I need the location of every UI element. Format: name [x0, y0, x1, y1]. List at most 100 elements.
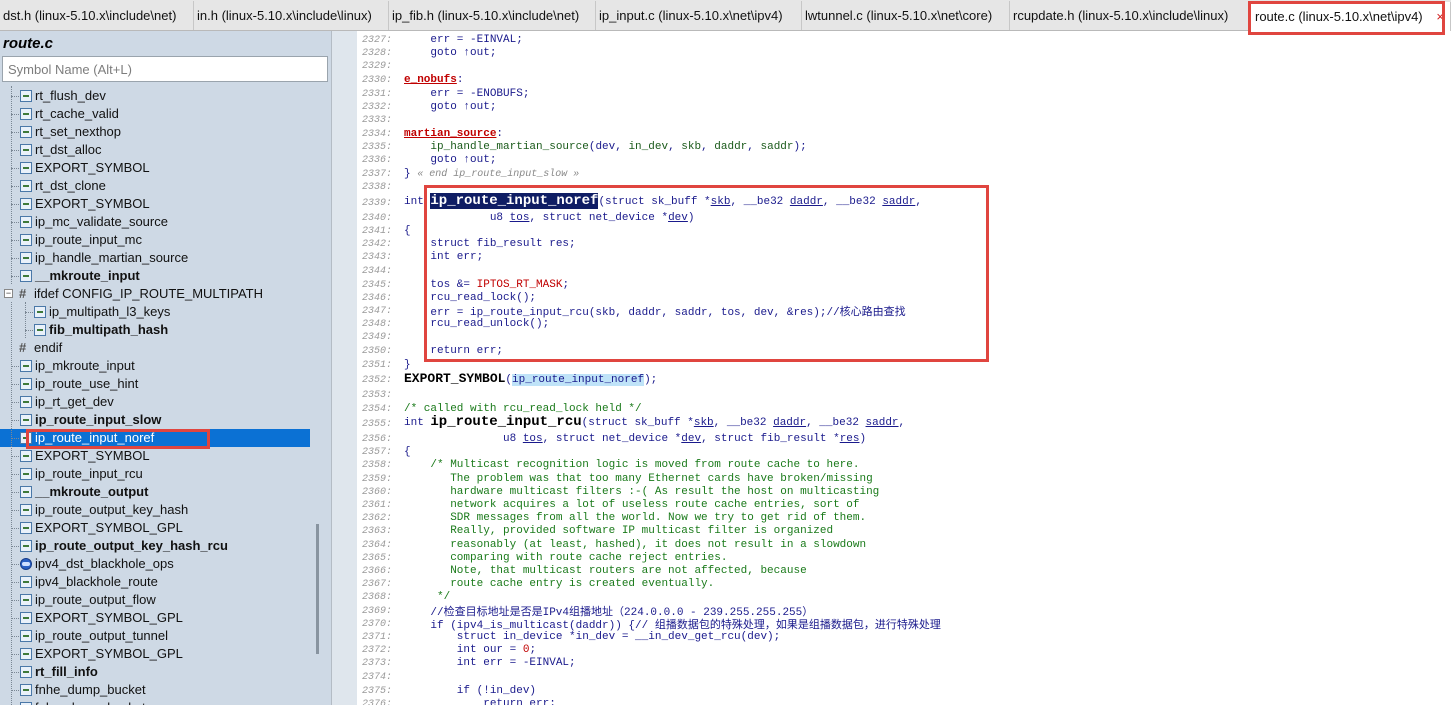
symbol-item[interactable]: ip_handle_martian_source: [0, 249, 310, 267]
symbol-item[interactable]: rt_cache_valid: [0, 105, 310, 123]
symbol-item[interactable]: rt_fill_info: [0, 663, 310, 681]
symbol-item[interactable]: fnhe_dump_bucket: [0, 681, 310, 699]
symbol-item[interactable]: __mkroute_input: [0, 267, 310, 285]
symbol-item[interactable]: ip_route_input_mc: [0, 231, 310, 249]
tree-branch: [11, 654, 19, 655]
symbol-item[interactable]: ip_route_output_key_hash_rcu: [0, 537, 310, 555]
tree-branch: [11, 474, 19, 475]
symbol-item[interactable]: ip_mkroute_input: [0, 357, 310, 375]
tab-5[interactable]: rcupdate.h (linux-5.10.x\include\linux): [1010, 1, 1249, 30]
symbol-item[interactable]: ip_rt_get_dev: [0, 393, 310, 411]
symbol-item[interactable]: ip_route_output_tunnel: [0, 627, 310, 645]
line-number: 2331:: [362, 88, 393, 100]
code-line: Note, that multicast routers are not aff…: [404, 565, 807, 577]
close-icon[interactable]: ×: [1436, 2, 1444, 31]
function-icon: [20, 378, 32, 390]
symbol-item[interactable]: EXPORT_SYMBOL_GPL: [0, 609, 310, 627]
symbol-item[interactable]: rt_set_nexthop: [0, 123, 310, 141]
symbol-item[interactable]: EXPORT_SYMBOL_GPL: [0, 519, 310, 537]
symbol-label: rt_dst_alloc: [35, 142, 102, 157]
line-number: 2338:: [362, 181, 393, 193]
symbol-item[interactable]: fnhe_dump_bucket: [0, 699, 310, 705]
symbol-item[interactable]: # endif: [0, 339, 310, 357]
symbol-item[interactable]: EXPORT_SYMBOL: [0, 447, 310, 465]
symbol-item[interactable]: ip_multipath_l3_keys: [0, 303, 310, 321]
tab-4[interactable]: lwtunnel.c (linux-5.10.x\net\core): [802, 1, 1010, 30]
tree-branch: [11, 240, 19, 241]
symbol-label: EXPORT_SYMBOL_GPL: [35, 520, 183, 535]
function-icon: [20, 360, 32, 372]
line-number: 2341:: [362, 226, 393, 237]
function-icon: [20, 486, 32, 498]
symbol-item[interactable]: ip_route_output_flow: [0, 591, 310, 609]
tab-2[interactable]: ip_fib.h (linux-5.10.x\include\net): [389, 1, 596, 30]
tree-branch: [11, 582, 19, 583]
tab-0[interactable]: dst.h (linux-5.10.x\include\net): [0, 1, 194, 30]
preprocessor-icon: #: [19, 340, 27, 355]
code-line: reasonably (at least, hashed), it does n…: [404, 538, 867, 551]
line-number: 2359:: [362, 473, 393, 485]
line-number: 2340:: [362, 212, 393, 224]
function-icon: [20, 252, 32, 264]
sidebar-splitter[interactable]: [331, 31, 357, 705]
function-icon: [20, 396, 32, 408]
symbol-item[interactable]: EXPORT_SYMBOL_GPL: [0, 645, 310, 663]
symbol-item[interactable]: ip_route_input_rcu: [0, 465, 310, 483]
collapse-icon[interactable]: −: [4, 289, 13, 298]
symbol-item[interactable]: EXPORT_SYMBOL: [0, 159, 310, 177]
tab-6[interactable]: route.c (linux-5.10.x\net\ipv4) ×: [1249, 2, 1451, 31]
tree-branch: [11, 546, 19, 547]
tab-bar: dst.h (linux-5.10.x\include\net) in.h (li…: [0, 0, 1451, 31]
code-line: rcu_read_lock();: [404, 291, 537, 304]
code-editor[interactable]: 2327: err = -EINVAL; 2328: goto ↑out; 2329…: [357, 31, 1451, 705]
line-number: 2375:: [362, 685, 393, 697]
symbol-item[interactable]: − # ifdef CONFIG_IP_ROUTE_MULTIPATH: [0, 285, 310, 303]
line-number: 2376:: [362, 698, 393, 705]
symbol-item[interactable]: ipv4_blackhole_route: [0, 573, 310, 591]
symbol-item[interactable]: rt_dst_alloc: [0, 141, 310, 159]
symbol-search-input[interactable]: [2, 56, 328, 82]
function-icon: [20, 648, 32, 660]
tree-branch: [11, 366, 19, 367]
code-line: err = -ENOBUFS;: [404, 87, 530, 100]
tab-label: ip_fib.h (linux-5.10.x\include\net): [392, 8, 580, 23]
symbol-item[interactable]: ip_route_input_slow: [0, 411, 310, 429]
line-number: 2358:: [362, 460, 393, 472]
tree-branch: [11, 222, 19, 223]
symbol-item[interactable]: ip_route_output_key_hash: [0, 501, 310, 519]
code-line: /* Multicast recognition logic is moved …: [430, 459, 860, 472]
line-number: 2356:: [362, 434, 393, 445]
code-line: u8 tos, struct net_device *dev, struct f…: [404, 433, 867, 445]
tree-branch: [11, 456, 19, 457]
tab-label: ip_input.c (linux-5.10.x\net\ipv4): [599, 8, 783, 23]
code-line: return err;: [404, 345, 504, 358]
line-number: 2327:: [362, 35, 393, 46]
symbol-item[interactable]: EXPORT_SYMBOL: [0, 195, 310, 213]
line-number: 2342:: [362, 239, 393, 251]
function-icon: [20, 612, 32, 624]
variable-icon: [20, 558, 32, 570]
symbol-label: fib_multipath_hash: [49, 322, 169, 337]
tab-1[interactable]: in.h (linux-5.10.x\include\linux): [194, 1, 389, 30]
symbol-item-selected[interactable]: ip_route_input_noref: [0, 429, 310, 447]
symbol-item[interactable]: ipv4_dst_blackhole_ops: [0, 555, 310, 573]
code-line: int ip_route_input_noref(struct sk_buff …: [404, 192, 922, 209]
tab-3[interactable]: ip_input.c (linux-5.10.x\net\ipv4): [596, 1, 802, 30]
symbol-item[interactable]: __mkroute_output: [0, 483, 310, 501]
function-icon: [20, 198, 32, 210]
line-number: 2363:: [362, 526, 393, 538]
function-icon: [20, 630, 32, 642]
symbol-item[interactable]: fib_multipath_hash: [0, 321, 310, 339]
symbol-label: EXPORT_SYMBOL_GPL: [35, 646, 183, 661]
code-line: {: [404, 225, 411, 237]
symbol-item[interactable]: rt_flush_dev: [0, 87, 310, 105]
symbol-item[interactable]: ip_mc_validate_source: [0, 213, 310, 231]
symbol-item[interactable]: rt_dst_clone: [0, 177, 310, 195]
symbol-label: ip_route_input_slow: [35, 412, 162, 427]
symbol-item[interactable]: ip_route_use_hint: [0, 375, 310, 393]
sidebar-scrollbar[interactable]: [316, 524, 319, 654]
tree-line: [11, 86, 12, 284]
symbol-label: EXPORT_SYMBOL: [35, 196, 150, 211]
symbol-label: rt_set_nexthop: [35, 124, 122, 139]
line-number: 2352:: [362, 374, 393, 386]
